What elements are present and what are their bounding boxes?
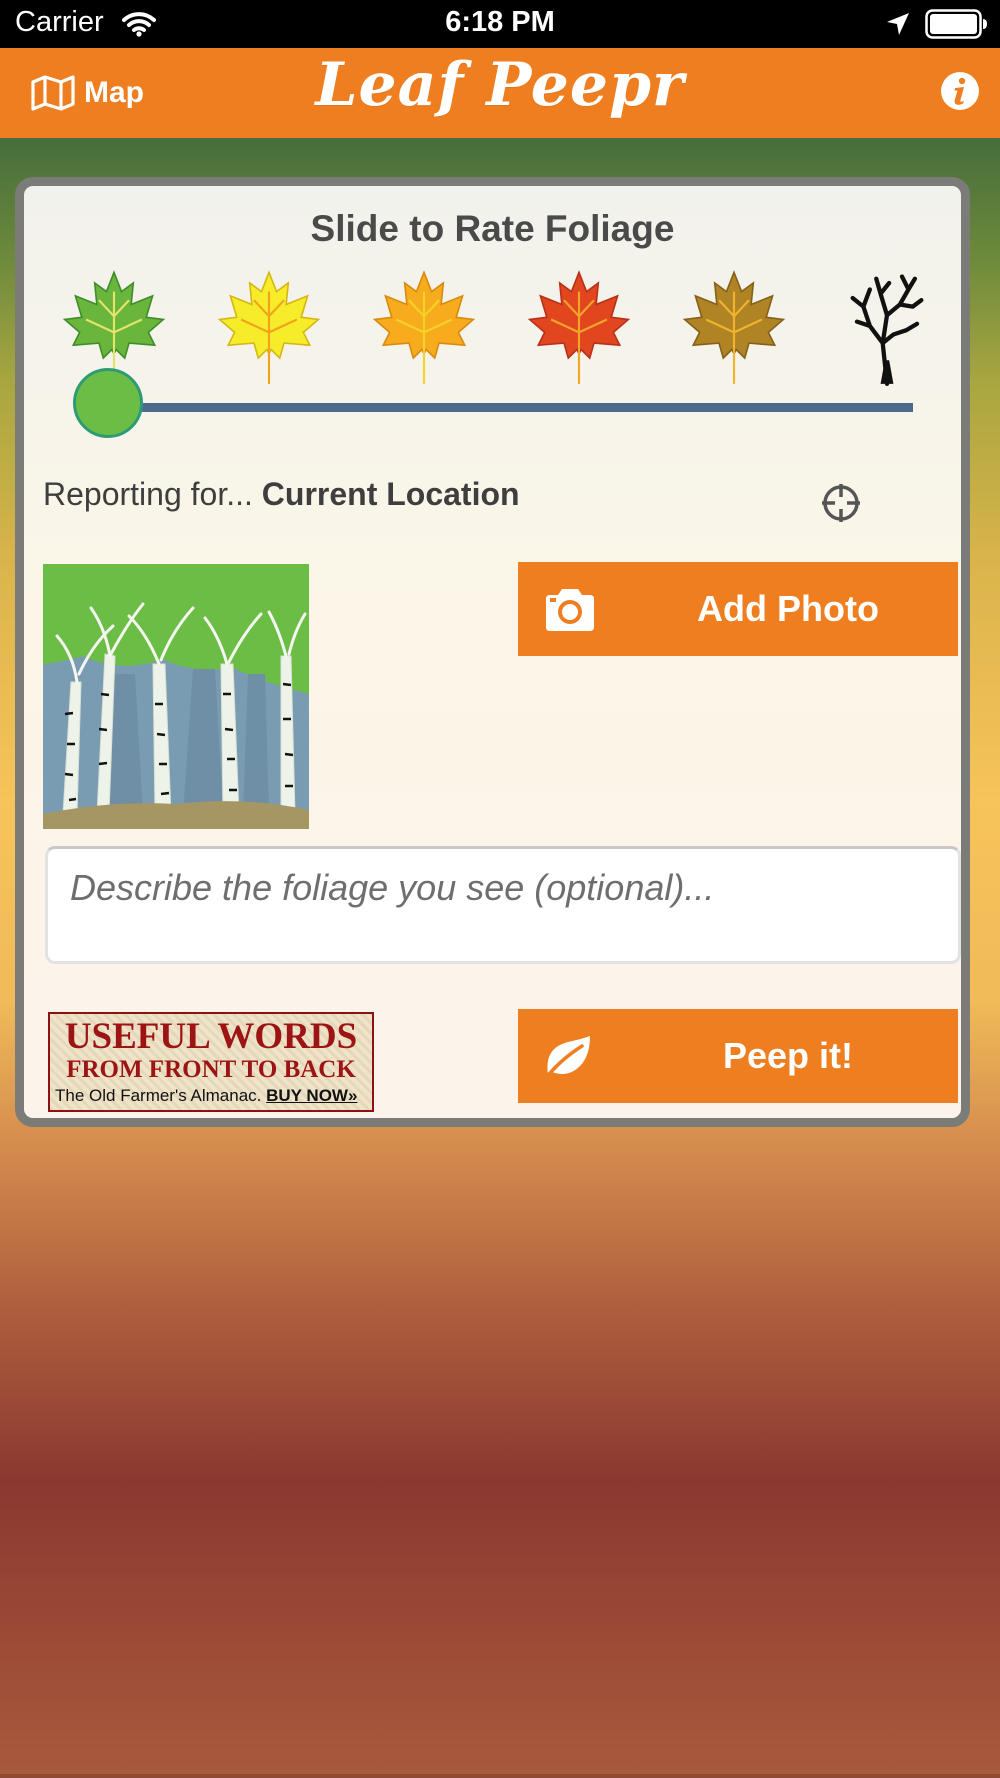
bare-tree-icon[interactable] xyxy=(832,268,942,386)
camera-icon xyxy=(546,589,594,631)
rating-slider-track[interactable] xyxy=(134,403,913,412)
clock: 6:18 PM xyxy=(445,6,555,38)
ad-subheadline: FROM FRONT TO BACK xyxy=(66,1056,356,1083)
app-title: Leaf Peepr xyxy=(315,50,685,120)
add-photo-button[interactable]: Add Photo xyxy=(518,562,958,656)
leaf-icon xyxy=(544,1036,590,1080)
birch-trees-image[interactable] xyxy=(43,564,309,829)
rating-title: Slide to Rate Foliage xyxy=(310,208,675,249)
birch-trees-illustration xyxy=(43,564,309,829)
description-input[interactable] xyxy=(45,846,961,964)
status-bar: Carrier 6:18 PM xyxy=(0,0,1000,48)
brown-leaf-icon[interactable] xyxy=(679,268,789,386)
peep-it-button[interactable]: Peep it! xyxy=(518,1009,958,1103)
ad-buy-now-link[interactable]: BUY NOW» xyxy=(266,1086,357,1105)
red-leaf-icon[interactable] xyxy=(524,268,634,386)
location-name[interactable]: Current Location xyxy=(262,476,520,512)
yellow-leaf-icon[interactable] xyxy=(214,268,324,386)
add-photo-label: Add Photo xyxy=(697,588,879,629)
reporting-prefix: Reporting for... xyxy=(43,476,253,512)
peep-it-label: Peep it! xyxy=(722,1035,854,1076)
report-card: Slide to Rate Foliage Reporting for... C… xyxy=(15,177,970,1127)
rating-slider-thumb[interactable] xyxy=(73,368,143,438)
ad-footer: The Old Farmer's Almanac. BUY NOW» xyxy=(55,1086,357,1106)
bottom-edge xyxy=(0,1774,1000,1778)
nav-bar: Map Leaf Peepr xyxy=(0,48,1000,138)
info-icon[interactable] xyxy=(940,71,980,111)
ad-banner[interactable]: USEFUL WORDS FROM FRONT TO BACK The Old … xyxy=(48,1012,374,1112)
location-arrow-icon xyxy=(887,13,909,35)
battery-icon xyxy=(925,9,987,39)
reporting-label: Reporting for... Current Location xyxy=(43,476,520,513)
orange-leaf-icon[interactable] xyxy=(369,268,479,386)
ad-headline: USEFUL WORDS xyxy=(64,1016,358,1057)
ad-brand: The Old Farmer's Almanac. xyxy=(55,1086,262,1105)
crosshair-icon[interactable] xyxy=(820,482,862,524)
